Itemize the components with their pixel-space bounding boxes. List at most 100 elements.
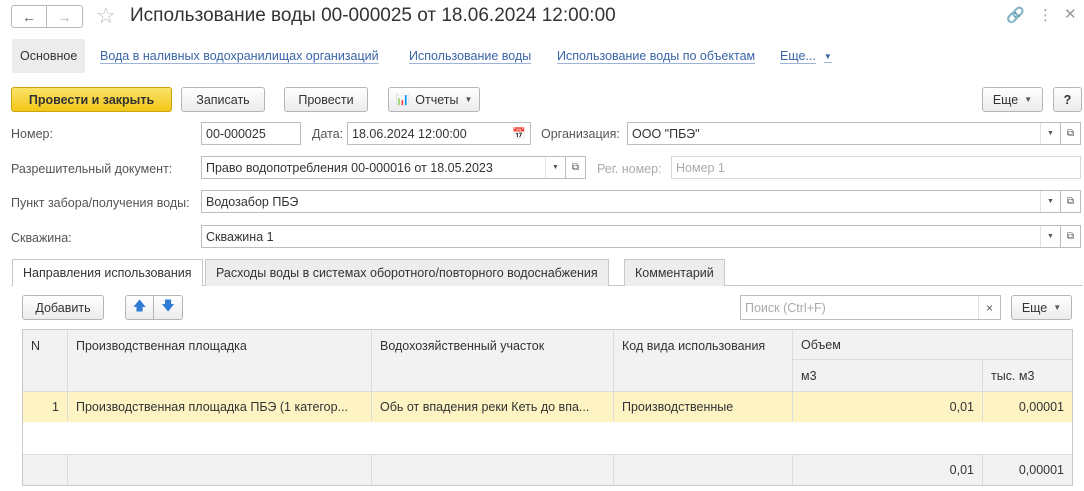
report-icon: 📊 xyxy=(395,94,410,106)
footer-total-thousand-m3: 0,00001 xyxy=(1018,463,1064,477)
header-section[interactable]: Водохозяйственный участок xyxy=(372,330,614,392)
arrow-down-icon: 🡇 xyxy=(161,297,175,313)
save-button[interactable]: Записать xyxy=(181,87,265,112)
number-field[interactable]: 00-000025 xyxy=(201,122,301,145)
header-n-label: N xyxy=(31,339,41,353)
date-label: Дата: xyxy=(312,127,344,141)
arrow-left-icon: ← xyxy=(22,8,36,25)
dropdown-icon[interactable]: ▼ xyxy=(545,157,565,178)
arrow-right-icon: → xyxy=(57,8,72,25)
tab-recycling-water[interactable]: Расходы воды в системах оборотного/повто… xyxy=(205,259,609,286)
caret-down-icon: ▼ xyxy=(1053,303,1062,312)
well-field[interactable]: Скважина 1 ▼ xyxy=(201,225,1061,248)
open-intake-point-button[interactable]: ⧉ xyxy=(1061,190,1081,213)
more-button[interactable]: Еще ▼ xyxy=(982,87,1043,112)
header-code[interactable]: Код вида использования xyxy=(614,330,793,392)
arrow-up-icon: 🡅 xyxy=(132,297,147,313)
organization-field[interactable]: ООО "ПБЭ" ▼ xyxy=(627,122,1061,145)
header-site[interactable]: Производственная площадка xyxy=(68,330,372,392)
favorite-star-icon[interactable]: ☆ xyxy=(96,5,116,27)
dropdown-icon[interactable]: ▼ xyxy=(1040,123,1060,144)
row-n: 1 xyxy=(23,392,68,422)
section-more-label: Еще... xyxy=(780,49,816,63)
tab-usage-directions[interactable]: Направления использования xyxy=(12,259,203,286)
row-section: Обь от впадения реки Кеть до впа... xyxy=(372,392,614,422)
clear-search-icon[interactable]: × xyxy=(978,296,1000,319)
intake-point-value: Водозабор ПБЭ xyxy=(206,194,299,209)
link-icon[interactable]: 🔗 xyxy=(1006,6,1025,24)
reg-number-field[interactable]: Номер 1 xyxy=(671,156,1081,179)
number-value: 00-000025 xyxy=(206,126,266,141)
reports-label: Отчеты xyxy=(415,92,459,107)
search-input[interactable]: Поиск (Ctrl+F) × xyxy=(740,295,1001,320)
permit-field[interactable]: Право водопотребления 00-000016 от 18.05… xyxy=(201,156,566,179)
permit-label: Разрешительный документ: xyxy=(11,162,173,176)
organization-label: Организация: xyxy=(541,127,620,141)
open-icon: ⧉ xyxy=(1066,231,1075,242)
date-field[interactable]: 18.06.2024 12:00:00 📅 xyxy=(347,122,531,145)
header-site-label: Производственная площадка xyxy=(76,339,247,353)
header-thousand-m3-label: тыс. м3 xyxy=(991,369,1035,383)
row-thousand-m3: 0,00001 xyxy=(1018,400,1064,414)
help-button[interactable]: ? xyxy=(1053,87,1082,112)
date-value: 18.06.2024 12:00:00 xyxy=(352,126,467,141)
footer-n xyxy=(23,455,68,485)
number-label: Номер: xyxy=(11,127,53,141)
header-code-label: Код вида использования xyxy=(622,339,766,353)
more-vertical-icon[interactable]: ⋮ xyxy=(1038,6,1053,24)
intake-point-field[interactable]: Водозабор ПБЭ ▼ xyxy=(201,190,1061,213)
well-label: Скважина: xyxy=(11,231,72,245)
table-footer: 0,01 0,00001 xyxy=(23,455,1072,485)
header-volume-label: Объем xyxy=(801,337,841,352)
header-volume: Объем xyxy=(793,330,1072,360)
table-more-label: Еще xyxy=(1021,300,1048,315)
section-link-water-usage[interactable]: Использование воды xyxy=(409,49,531,63)
section-main[interactable]: Основное xyxy=(12,39,86,73)
tab-comment[interactable]: Комментарий xyxy=(624,259,725,286)
usage-table: N Производственная площадка Водохозяйств… xyxy=(22,329,1073,486)
header-thousand-m3[interactable]: тыс. м3 xyxy=(983,360,1072,392)
reg-number-placeholder: Номер 1 xyxy=(676,160,725,175)
header-section-label: Водохозяйственный участок xyxy=(380,339,545,353)
section-link-reservoirs[interactable]: Вода в наливных водохранилищах организац… xyxy=(100,49,379,63)
table-more-button[interactable]: Еще ▼ xyxy=(1011,295,1072,320)
move-down-button[interactable]: 🡇 xyxy=(154,295,183,320)
header-n[interactable]: N xyxy=(23,330,68,392)
section-link-usage-by-objects[interactable]: Использование воды по объектам xyxy=(557,49,755,63)
caret-down-icon: ▼ xyxy=(464,95,473,104)
open-well-button[interactable]: ⧉ xyxy=(1061,225,1081,248)
dropdown-icon[interactable]: ▼ xyxy=(1040,191,1060,212)
forward-button[interactable]: → xyxy=(47,5,83,28)
header-m3-label: м3 xyxy=(801,369,817,383)
dropdown-icon[interactable]: ▼ xyxy=(1040,226,1060,247)
row-code: Производственные xyxy=(614,392,793,422)
more-label: Еще xyxy=(992,92,1019,107)
organization-value: ООО "ПБЭ" xyxy=(632,126,700,141)
header-m3[interactable]: м3 xyxy=(793,360,983,392)
footer-site xyxy=(68,455,372,485)
row-m3: 0,01 xyxy=(793,392,983,422)
post-button[interactable]: Провести xyxy=(284,87,368,112)
search-placeholder: Поиск (Ctrl+F) xyxy=(745,300,826,315)
reg-number-label: Рег. номер: xyxy=(597,162,662,176)
post-and-close-button[interactable]: Провести и закрыть xyxy=(11,87,172,112)
open-icon: ⧉ xyxy=(571,162,580,173)
table-empty-area xyxy=(23,422,1072,455)
open-icon: ⧉ xyxy=(1066,196,1075,207)
open-permit-button[interactable]: ⧉ xyxy=(566,156,586,179)
close-icon[interactable]: ✕ xyxy=(1064,5,1077,23)
well-value: Скважина 1 xyxy=(206,229,274,244)
page-title: Использование воды 00-000025 от 18.06.20… xyxy=(130,5,616,26)
table-row[interactable]: 1 Производственная площадка ПБЭ (1 катег… xyxy=(23,392,1072,422)
back-button[interactable]: ← xyxy=(11,5,47,28)
open-organization-button[interactable]: ⧉ xyxy=(1061,122,1081,145)
footer-total-m3: 0,01 xyxy=(793,455,983,485)
intake-point-label: Пункт забора/получения воды: xyxy=(11,196,190,210)
permit-value: Право водопотребления 00-000016 от 18.05… xyxy=(206,160,493,175)
history-nav: ← → xyxy=(11,5,83,28)
calendar-icon[interactable]: 📅 xyxy=(508,123,530,144)
move-up-button[interactable]: 🡅 xyxy=(125,295,154,320)
add-button[interactable]: Добавить xyxy=(22,295,104,320)
reports-button[interactable]: 📊 Отчеты ▼ xyxy=(388,87,480,112)
section-more-menu[interactable]: Еще... ▼ xyxy=(780,49,832,63)
